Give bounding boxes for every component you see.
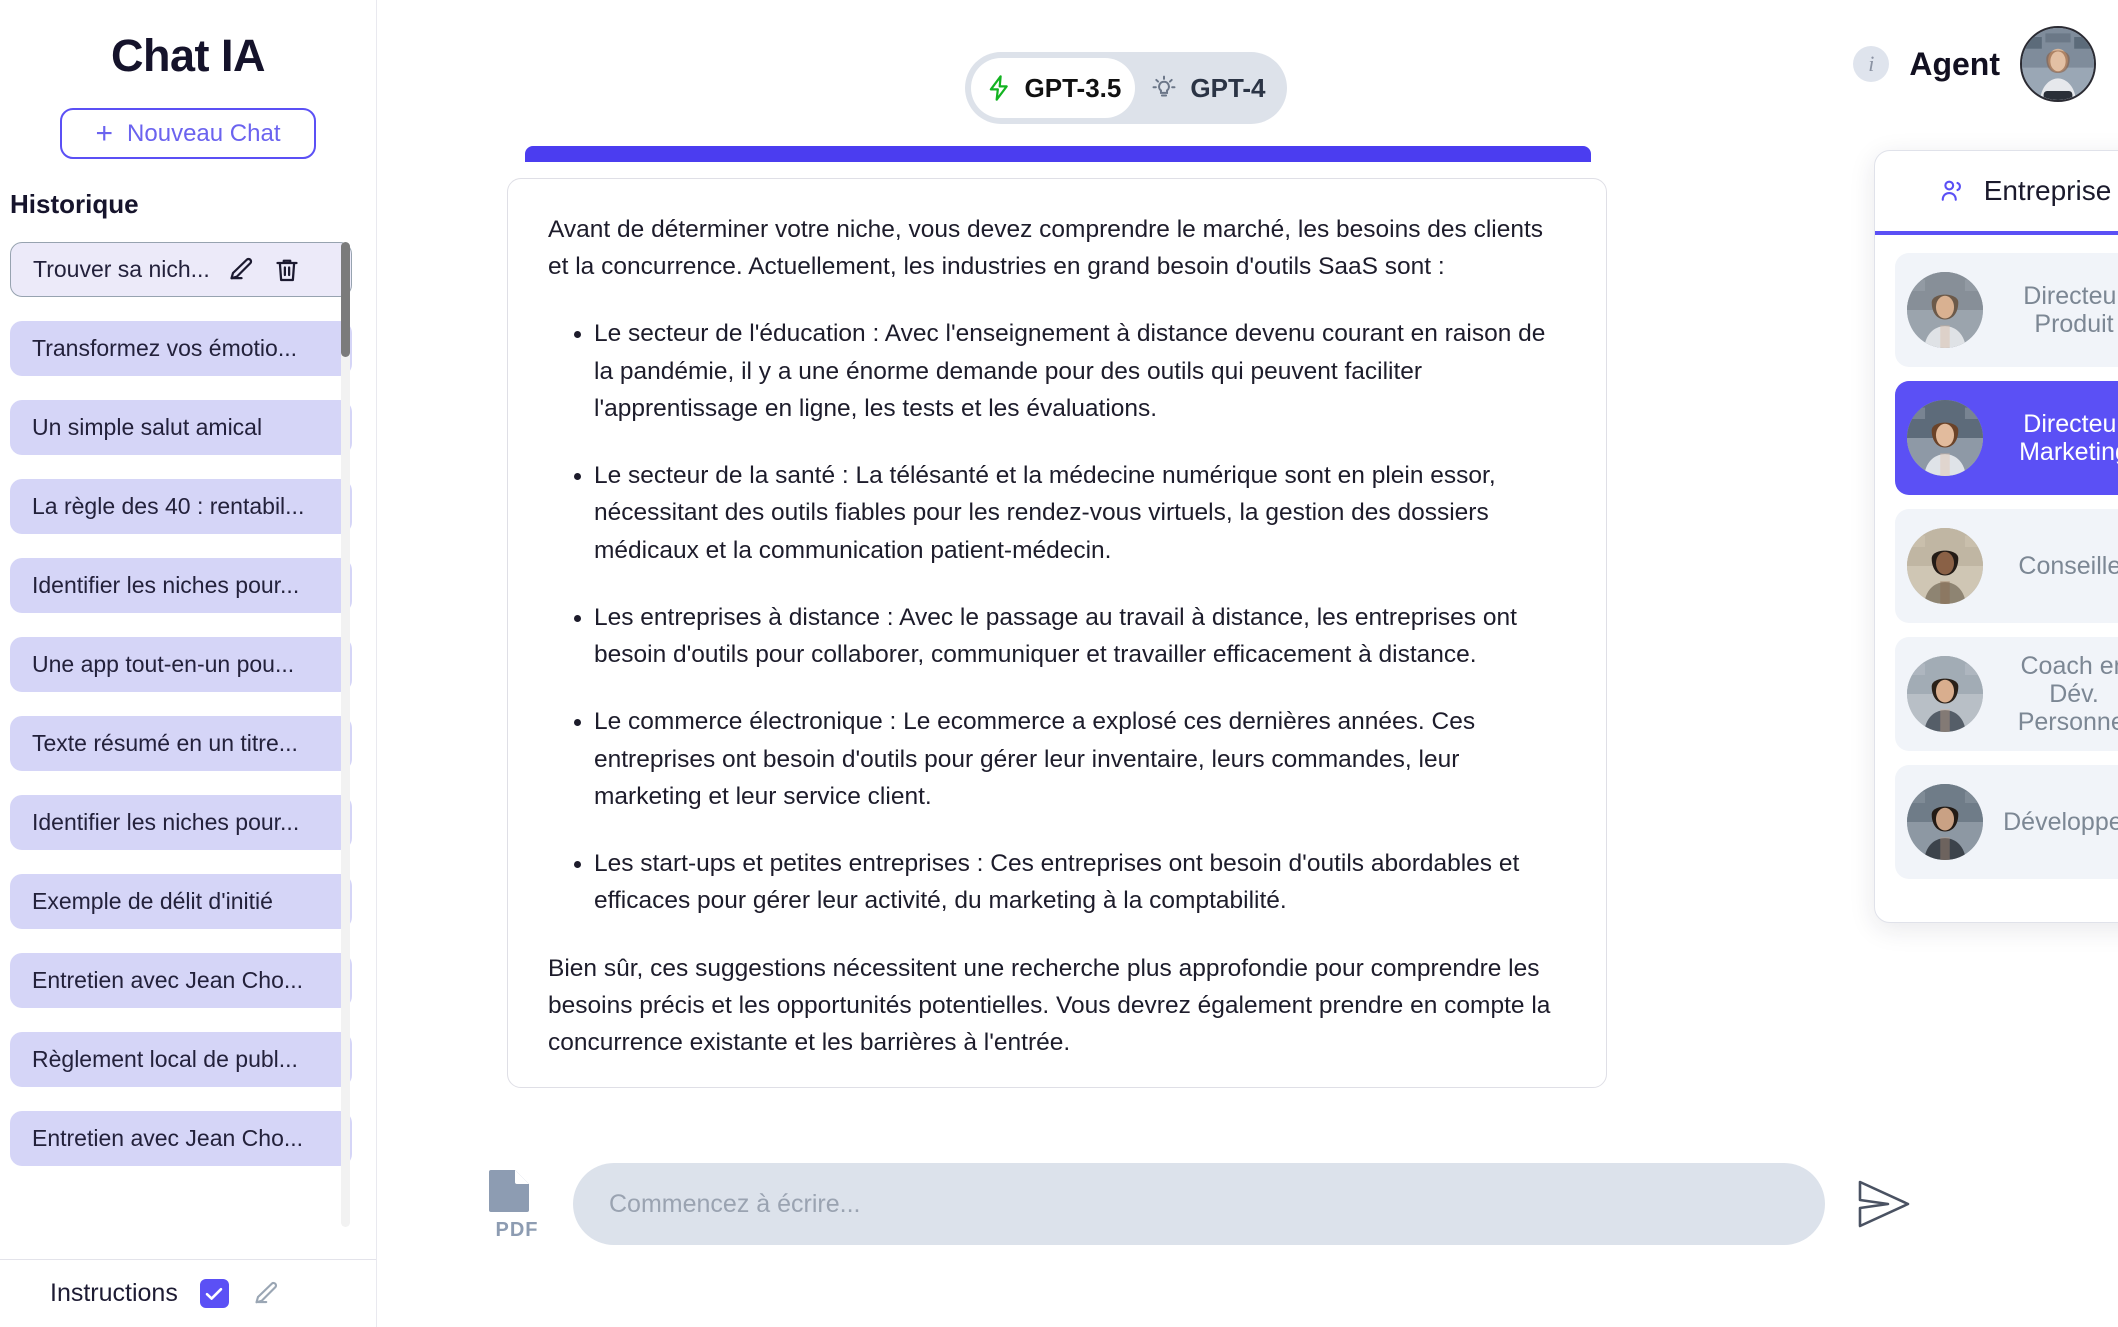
delete-chat-icon[interactable]	[272, 255, 302, 285]
message-bullet: Les entreprises à distance : Avec le pas…	[594, 599, 1566, 673]
assistant-message: Avant de déterminer votre niche, vous de…	[508, 179, 1606, 1061]
new-chat-label: Nouveau Chat	[127, 119, 281, 147]
agent-panel-tab-underline	[1875, 231, 2118, 235]
users-icon	[1941, 180, 1961, 201]
history-item-label: Entretien avec Jean Cho...	[32, 1125, 304, 1151]
message-bullet: Le secteur de la santé : La télésanté et…	[594, 457, 1566, 569]
tab-entreprise-label: Entreprise	[1983, 175, 2112, 206]
history-item[interactable]: Une app tout-en-un pou...	[10, 637, 352, 692]
history-item[interactable]: Exemple de délit d'initié	[10, 874, 352, 929]
agent-indicator[interactable]: i Agent	[1853, 26, 2096, 102]
history-item-label: La règle des 40 : rentabil...	[32, 493, 305, 519]
lightbulb-icon	[1152, 75, 1176, 97]
composer: PDF	[487, 1149, 1917, 1259]
agent-name: Directeur Marketing	[2019, 410, 2118, 466]
instructions-checkbox[interactable]	[199, 1279, 229, 1308]
agent-name: Directeur Produit	[2023, 282, 2118, 338]
edit-chat-icon[interactable]	[226, 255, 256, 285]
chat-message-card: Avant de déterminer votre niche, vous de…	[507, 178, 1607, 1088]
agent-panel-tabs: Entreprise Autres	[1875, 151, 2118, 231]
message-intro: Avant de déterminer votre niche, vous de…	[548, 216, 1544, 281]
history-item-label: Un simple salut amical	[32, 414, 263, 440]
sidebar-scrollbar-track[interactable]	[341, 242, 350, 1227]
agent-avatar	[1907, 400, 1983, 476]
sidebar-scrollbar-thumb[interactable]	[341, 242, 350, 357]
agent-card[interactable]: Directeur Marketing	[1895, 381, 2118, 495]
history-item[interactable]: Transformez vos émotio...	[10, 321, 352, 376]
history-item-label: Règlement local de publ...	[32, 1046, 298, 1072]
message-outro: Bien sûr, ces suggestions nécessitent un…	[548, 954, 1551, 1056]
app-root: Chat IA + Nouveau Chat Historique Trouve…	[0, 0, 2118, 1327]
new-chat-row: + Nouveau Chat	[0, 108, 376, 159]
history-item-label: Entretien avec Jean Cho...	[32, 967, 304, 993]
attach-pdf-icon[interactable]: PDF	[487, 1168, 547, 1241]
new-chat-button[interactable]: + Nouveau Chat	[60, 108, 316, 159]
agent-avatar	[1907, 272, 1983, 348]
agent-card[interactable]: Directeur Produit	[1895, 253, 2118, 367]
agent-card[interactable]: Coach en Dév. Personnel	[1895, 637, 2118, 751]
info-icon[interactable]: i	[1853, 46, 1890, 82]
history-item[interactable]: Un simple salut amical	[10, 400, 352, 455]
agent-name: Coach en Dév. Personnel	[2017, 652, 2118, 736]
plus-icon: +	[95, 116, 114, 150]
history-item-label: Identifier les niches pour...	[32, 572, 300, 598]
history-item-label: Exemple de délit d'initié	[32, 888, 273, 914]
message-bullet: Les start-ups et petites entreprises : C…	[594, 845, 1566, 919]
history-item[interactable]: Entretien avec Jean Cho...	[10, 1111, 352, 1166]
history-list[interactable]: Trouver sa nich... Transformez vos émotio…	[0, 242, 376, 1259]
history-item-label: Une app tout-en-un pou...	[32, 651, 295, 677]
bolt-icon	[989, 75, 1008, 101]
instructions-label: Instructions	[50, 1279, 178, 1307]
model-option-gpt35[interactable]: GPT-3.5	[971, 58, 1135, 118]
tab-underline-active	[1875, 231, 2118, 235]
model-label-gpt4: GPT-4	[1190, 72, 1266, 103]
agent-card[interactable]: Conseiller	[1895, 509, 2118, 623]
history-item-actions	[226, 255, 302, 285]
history-heading: Historique	[10, 189, 139, 219]
history-item-label: Trouver sa nich...	[33, 256, 210, 282]
history-item-label: Transformez vos émotio...	[32, 335, 298, 361]
model-label-gpt35: GPT-3.5	[1024, 72, 1122, 103]
message-input[interactable]	[573, 1163, 1825, 1245]
history-item[interactable]: Trouver sa nich...	[10, 242, 352, 297]
model-option-gpt4[interactable]: GPT-4	[1135, 58, 1281, 118]
main-area: GPT-3.5 GPT-4 i Agent Avant de détermine…	[377, 0, 2118, 1327]
message-bullet-list: Le secteur de l'éducation : Avec l'ensei…	[548, 315, 1566, 919]
agent-avatar	[1907, 784, 1983, 860]
agent-name: Conseiller	[2018, 552, 2118, 580]
history-item[interactable]: Texte résumé en un titre...	[10, 716, 352, 771]
page-title: Chat IA	[111, 30, 266, 81]
avatar[interactable]	[2020, 26, 2096, 102]
tab-entreprise[interactable]: Entreprise	[1875, 151, 2118, 231]
agent-label: Agent	[1909, 45, 2000, 82]
agent-selection-panel: Entreprise Autres Directeur ProduitGénér…	[1874, 150, 2118, 923]
agent-grid: Directeur ProduitGénéralDirecteur Market…	[1875, 235, 2118, 897]
model-toggle[interactable]: GPT-3.5 GPT-4	[965, 52, 1287, 124]
agent-avatar	[1907, 656, 1983, 732]
send-button[interactable]	[1851, 1171, 1917, 1237]
history-item[interactable]: Règlement local de publ...	[10, 1032, 352, 1087]
sidebar-footer: Instructions	[0, 1259, 376, 1327]
agent-name: Développeur	[2003, 808, 2118, 836]
message-bullet: Le commerce électronique : Le ecommerce …	[594, 703, 1566, 815]
history-item[interactable]: Entretien avec Jean Cho...	[10, 953, 352, 1008]
history-item-label: Identifier les niches pour...	[32, 809, 300, 835]
history-item[interactable]: Identifier les niches pour...	[10, 558, 352, 613]
send-icon	[1858, 1180, 1910, 1228]
edit-instructions-icon[interactable]	[251, 1279, 281, 1309]
agent-avatar	[1907, 528, 1983, 604]
sidebar: Chat IA + Nouveau Chat Historique Trouve…	[0, 0, 377, 1327]
message-bullet: Le secteur de l'éducation : Avec l'ensei…	[594, 315, 1566, 427]
attach-pdf-label: PDF	[495, 1219, 539, 1241]
chat-card-accent-bar	[525, 146, 1591, 162]
agent-card[interactable]: Développeur	[1895, 765, 2118, 879]
history-item-label: Texte résumé en un titre...	[32, 730, 298, 756]
history-item[interactable]: Identifier les niches pour...	[10, 795, 352, 850]
history-item[interactable]: La règle des 40 : rentabil...	[10, 479, 352, 534]
